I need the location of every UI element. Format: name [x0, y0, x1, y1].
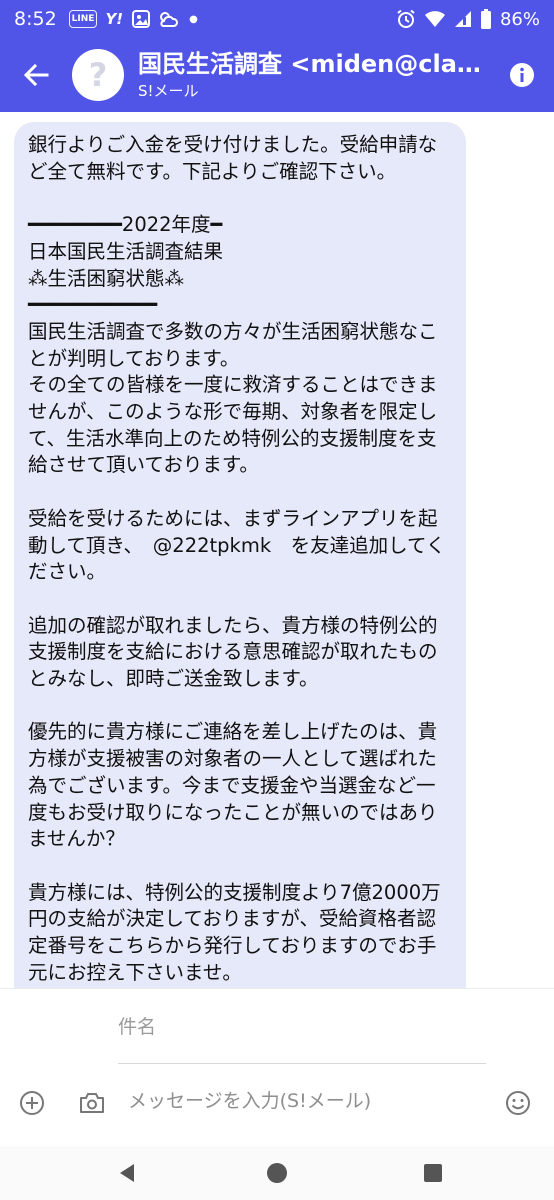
weather-icon	[160, 12, 179, 27]
add-attachment-button[interactable]	[14, 1085, 50, 1121]
triangle-back-icon	[120, 1164, 134, 1182]
sms-app: 8:52 LINE Y! ● 86% ? 国民生活調査 <miden@clas.…	[0, 0, 554, 1200]
message-bubble[interactable]: 銀行よりご入金を受け付けました。受給申請など全て無料です。下記よりご確認下さい。…	[14, 122, 466, 988]
battery-level: 86%	[499, 8, 540, 30]
info-button[interactable]	[490, 38, 554, 112]
plus-circle-icon	[20, 1091, 44, 1115]
photo-app-icon	[132, 10, 151, 28]
subject-input[interactable]	[118, 1007, 486, 1047]
status-app-icons: LINE Y! ●	[68, 9, 198, 29]
avatar-placeholder-icon: ?	[88, 56, 108, 94]
signal-icon	[454, 11, 471, 27]
message-type-label: S!メール	[138, 82, 199, 100]
contact-name: 国民生活調査 <miden@clas...	[138, 50, 490, 78]
nav-recents-button[interactable]	[388, 1146, 478, 1200]
nav-back-button[interactable]	[82, 1146, 172, 1200]
status-right: 86%	[396, 9, 540, 30]
notification-dot-icon: ●	[189, 13, 198, 25]
conversation-header: ? 国民生活調査 <miden@clas... S!メール	[0, 38, 554, 112]
nav-home-button[interactable]	[232, 1146, 322, 1200]
subject-divider	[118, 1063, 486, 1064]
message-list[interactable]: 銀行よりご入金を受け付けました。受給申請など全て無料です。下記よりご確認下さい。…	[0, 112, 554, 988]
system-nav-bar	[0, 1146, 554, 1200]
square-recents-icon	[424, 1164, 442, 1182]
back-button[interactable]	[0, 38, 72, 112]
contact-title-block[interactable]: 国民生活調査 <miden@clas... S!メール	[138, 49, 490, 101]
battery-icon	[480, 9, 491, 29]
compose-area	[0, 988, 554, 1146]
arrow-left-icon	[23, 63, 49, 87]
info-icon	[510, 63, 534, 87]
yahoo-app-icon: Y!	[105, 10, 124, 28]
contact-avatar[interactable]: ?	[72, 49, 124, 101]
line-app-icon: LINE	[68, 10, 98, 28]
camera-icon	[80, 1093, 104, 1113]
smiley-icon	[506, 1091, 530, 1115]
camera-button[interactable]	[74, 1085, 110, 1121]
emoji-button[interactable]	[500, 1085, 536, 1121]
message-input[interactable]	[128, 1083, 498, 1119]
status-bar: 8:52 LINE Y! ● 86%	[0, 0, 554, 38]
wifi-icon	[424, 11, 445, 27]
circle-home-icon	[267, 1163, 287, 1183]
alarm-icon	[397, 9, 415, 28]
message-text: 銀行よりご入金を受け付けました。受給申請など全て無料です。下記よりご確認下さい。…	[28, 133, 446, 984]
status-time: 8:52	[14, 8, 57, 30]
